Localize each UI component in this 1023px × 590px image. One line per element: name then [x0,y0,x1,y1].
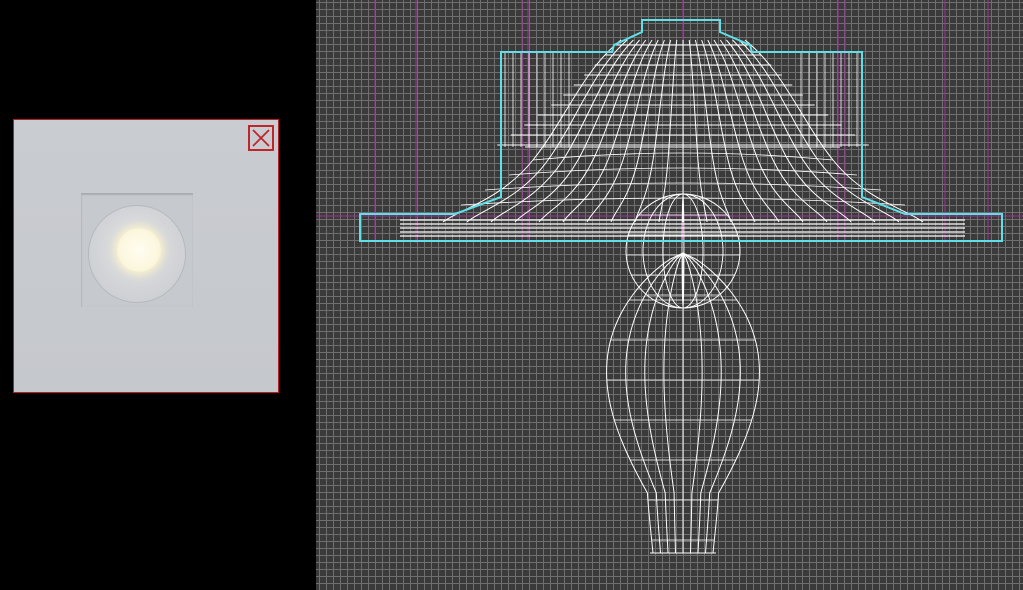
render-preview [13,119,279,393]
wireframe-viewport[interactable] [316,0,1023,590]
dome-meridian [726,39,852,223]
light-bulb-glow [117,228,161,272]
close-preview-button[interactable] [248,125,274,151]
dome-meridian [694,39,732,223]
close-icon [252,129,270,147]
dome-meridian [610,39,665,223]
selection-outline [359,19,1003,242]
dome-meridian [707,39,780,223]
preview-panel [0,0,316,590]
dome-meridian [586,39,659,223]
dome-meridian [738,39,900,223]
dome-meridian [514,39,640,223]
dome-meridian [701,39,756,223]
bulb-meridian [682,252,703,554]
dome-meridian [634,39,672,223]
wireframe-canvas [316,0,1023,554]
dome-meridian [466,39,628,223]
bulb-meridian [663,252,684,554]
